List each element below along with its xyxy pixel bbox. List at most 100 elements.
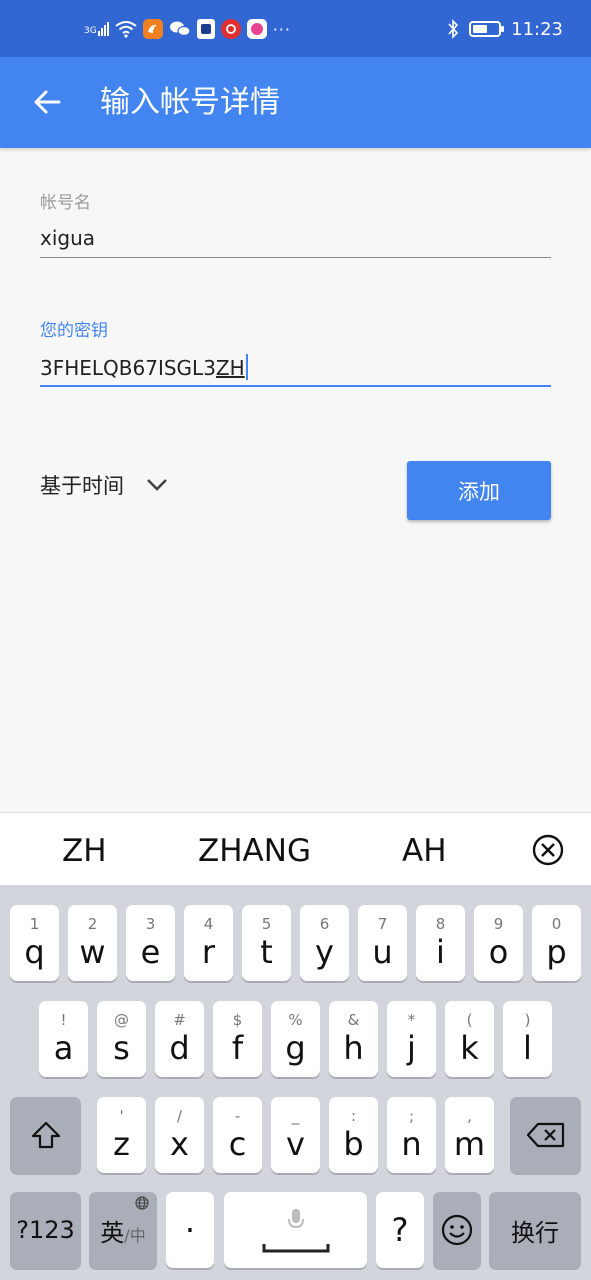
key-label: i	[436, 932, 445, 971]
key-label: e	[140, 932, 161, 971]
key-hint: %	[288, 1010, 303, 1029]
key-l[interactable]: ) l	[503, 1001, 552, 1077]
keyboard: 1q2w3e4r5t6y7u8i9o0p ! a @ s # d $ f% g & h * j(k) l …	[0, 885, 591, 1280]
key-hint: ;	[408, 1106, 415, 1125]
backspace-key[interactable]	[510, 1097, 581, 1173]
key-label: x	[170, 1124, 189, 1163]
key-label: q	[24, 932, 45, 971]
key-hint: $	[232, 1010, 243, 1029]
shift-key[interactable]	[10, 1097, 81, 1173]
back-button[interactable]	[24, 79, 70, 125]
key-label: t	[260, 932, 273, 971]
close-suggestions-icon[interactable]	[531, 833, 565, 867]
symbols-key[interactable]: ?123	[10, 1192, 81, 1268]
key-q[interactable]: 1q	[10, 905, 59, 981]
dot-key[interactable]: ·	[166, 1192, 214, 1268]
sim-icon	[196, 19, 215, 39]
key-c[interactable]: -c	[213, 1097, 262, 1173]
space-bar-icon	[262, 1244, 329, 1253]
key-v[interactable]: _ v	[271, 1097, 320, 1173]
key-label: f	[231, 1028, 244, 1067]
app-icon	[246, 19, 267, 39]
suggestion-2[interactable]: ZHANG	[198, 833, 311, 869]
key-y[interactable]: 6y	[300, 905, 349, 981]
key-label: d	[169, 1028, 190, 1067]
suggestion-3[interactable]: AH	[402, 833, 447, 869]
netease-music-icon	[220, 19, 241, 39]
space-key[interactable]	[224, 1192, 367, 1268]
key-w[interactable]: 2w	[68, 905, 117, 981]
key-hint: 1	[29, 914, 40, 933]
key-b[interactable]: :b	[329, 1097, 378, 1173]
key-o[interactable]: 9o	[474, 905, 523, 981]
key-i[interactable]: 8i	[416, 905, 465, 981]
key-hint: _	[291, 1106, 300, 1125]
secret-key-text: 3FHELQB67ISGL3	[40, 356, 216, 380]
status-bar: 3G ··· 11:23	[0, 0, 591, 57]
enter-key[interactable]: 换行	[489, 1192, 581, 1268]
key-d[interactable]: # d	[155, 1001, 204, 1077]
key-j[interactable]: * j	[387, 1001, 436, 1077]
key-label: l	[523, 1028, 532, 1067]
add-button[interactable]: 添加	[407, 461, 551, 520]
key-hint: 5	[261, 914, 272, 933]
language-switch-key[interactable]: 英/中	[89, 1192, 157, 1268]
key-hint: &	[347, 1010, 360, 1029]
secret-key-underline	[40, 385, 551, 387]
status-time: 11:23	[511, 18, 563, 40]
key-hint: :	[350, 1106, 357, 1125]
key-hint: '	[119, 1106, 124, 1125]
key-x[interactable]: / x	[155, 1097, 204, 1173]
battery-icon	[469, 21, 505, 37]
key-g[interactable]: % g	[271, 1001, 320, 1077]
account-name-underline	[40, 257, 551, 258]
key-label: z	[113, 1124, 130, 1163]
suggestion-1[interactable]: ZH	[62, 833, 107, 869]
key-label: p	[546, 932, 567, 971]
key-hint: 6	[319, 914, 330, 933]
key-t[interactable]: 5t	[242, 905, 291, 981]
key-z[interactable]: ' z	[97, 1097, 146, 1173]
key-f[interactable]: $ f	[213, 1001, 262, 1077]
backspace-icon	[526, 1122, 564, 1148]
secret-key-label: 您的密钥	[40, 321, 108, 341]
key-type-value: 基于时间	[40, 474, 124, 498]
key-n[interactable]: ; n	[387, 1097, 436, 1173]
key-label: v	[286, 1124, 305, 1163]
secret-key-input[interactable]: 3FHELQB67ISGL3ZH	[40, 354, 248, 380]
key-m[interactable]: ,m	[445, 1097, 494, 1173]
key-type-dropdown[interactable]: 基于时间	[40, 470, 168, 500]
key-hint: 0	[551, 914, 562, 933]
question-key[interactable]: ?	[376, 1192, 424, 1268]
key-label: n	[401, 1124, 422, 1163]
shift-icon	[31, 1121, 60, 1149]
key-u[interactable]: 7u	[358, 905, 407, 981]
key-a[interactable]: ! a	[39, 1001, 88, 1077]
key-hint: *	[407, 1010, 416, 1029]
chevron-down-icon	[147, 479, 167, 491]
emoji-icon	[441, 1214, 473, 1246]
more-notifications-indicator: ···	[272, 19, 291, 39]
key-p[interactable]: 0p	[532, 905, 581, 981]
uc-browser-icon	[142, 19, 163, 39]
suggestion-bar: ZH ZHANG AH	[0, 812, 591, 885]
account-name-label: 帐号名	[40, 193, 91, 213]
page-title: 输入帐号详情	[100, 85, 280, 120]
globe-icon	[135, 1196, 149, 1210]
key-label: h	[343, 1028, 364, 1067]
account-name-input[interactable]: xigua	[40, 226, 95, 250]
key-e[interactable]: 3e	[126, 905, 175, 981]
key-r[interactable]: 4r	[184, 905, 233, 981]
key-hint: 2	[87, 914, 98, 933]
key-hint: -	[234, 1106, 241, 1125]
wifi-icon	[115, 21, 137, 38]
network-type: 3G	[84, 26, 97, 36]
key-s[interactable]: @ s	[97, 1001, 146, 1077]
text-cursor	[245, 354, 248, 380]
emoji-key[interactable]	[433, 1192, 481, 1268]
key-label: w	[79, 932, 106, 971]
key-h[interactable]: & h	[329, 1001, 378, 1077]
key-hint: #	[173, 1010, 186, 1029]
key-k[interactable]: (k	[445, 1001, 494, 1077]
key-label: o	[488, 932, 509, 971]
